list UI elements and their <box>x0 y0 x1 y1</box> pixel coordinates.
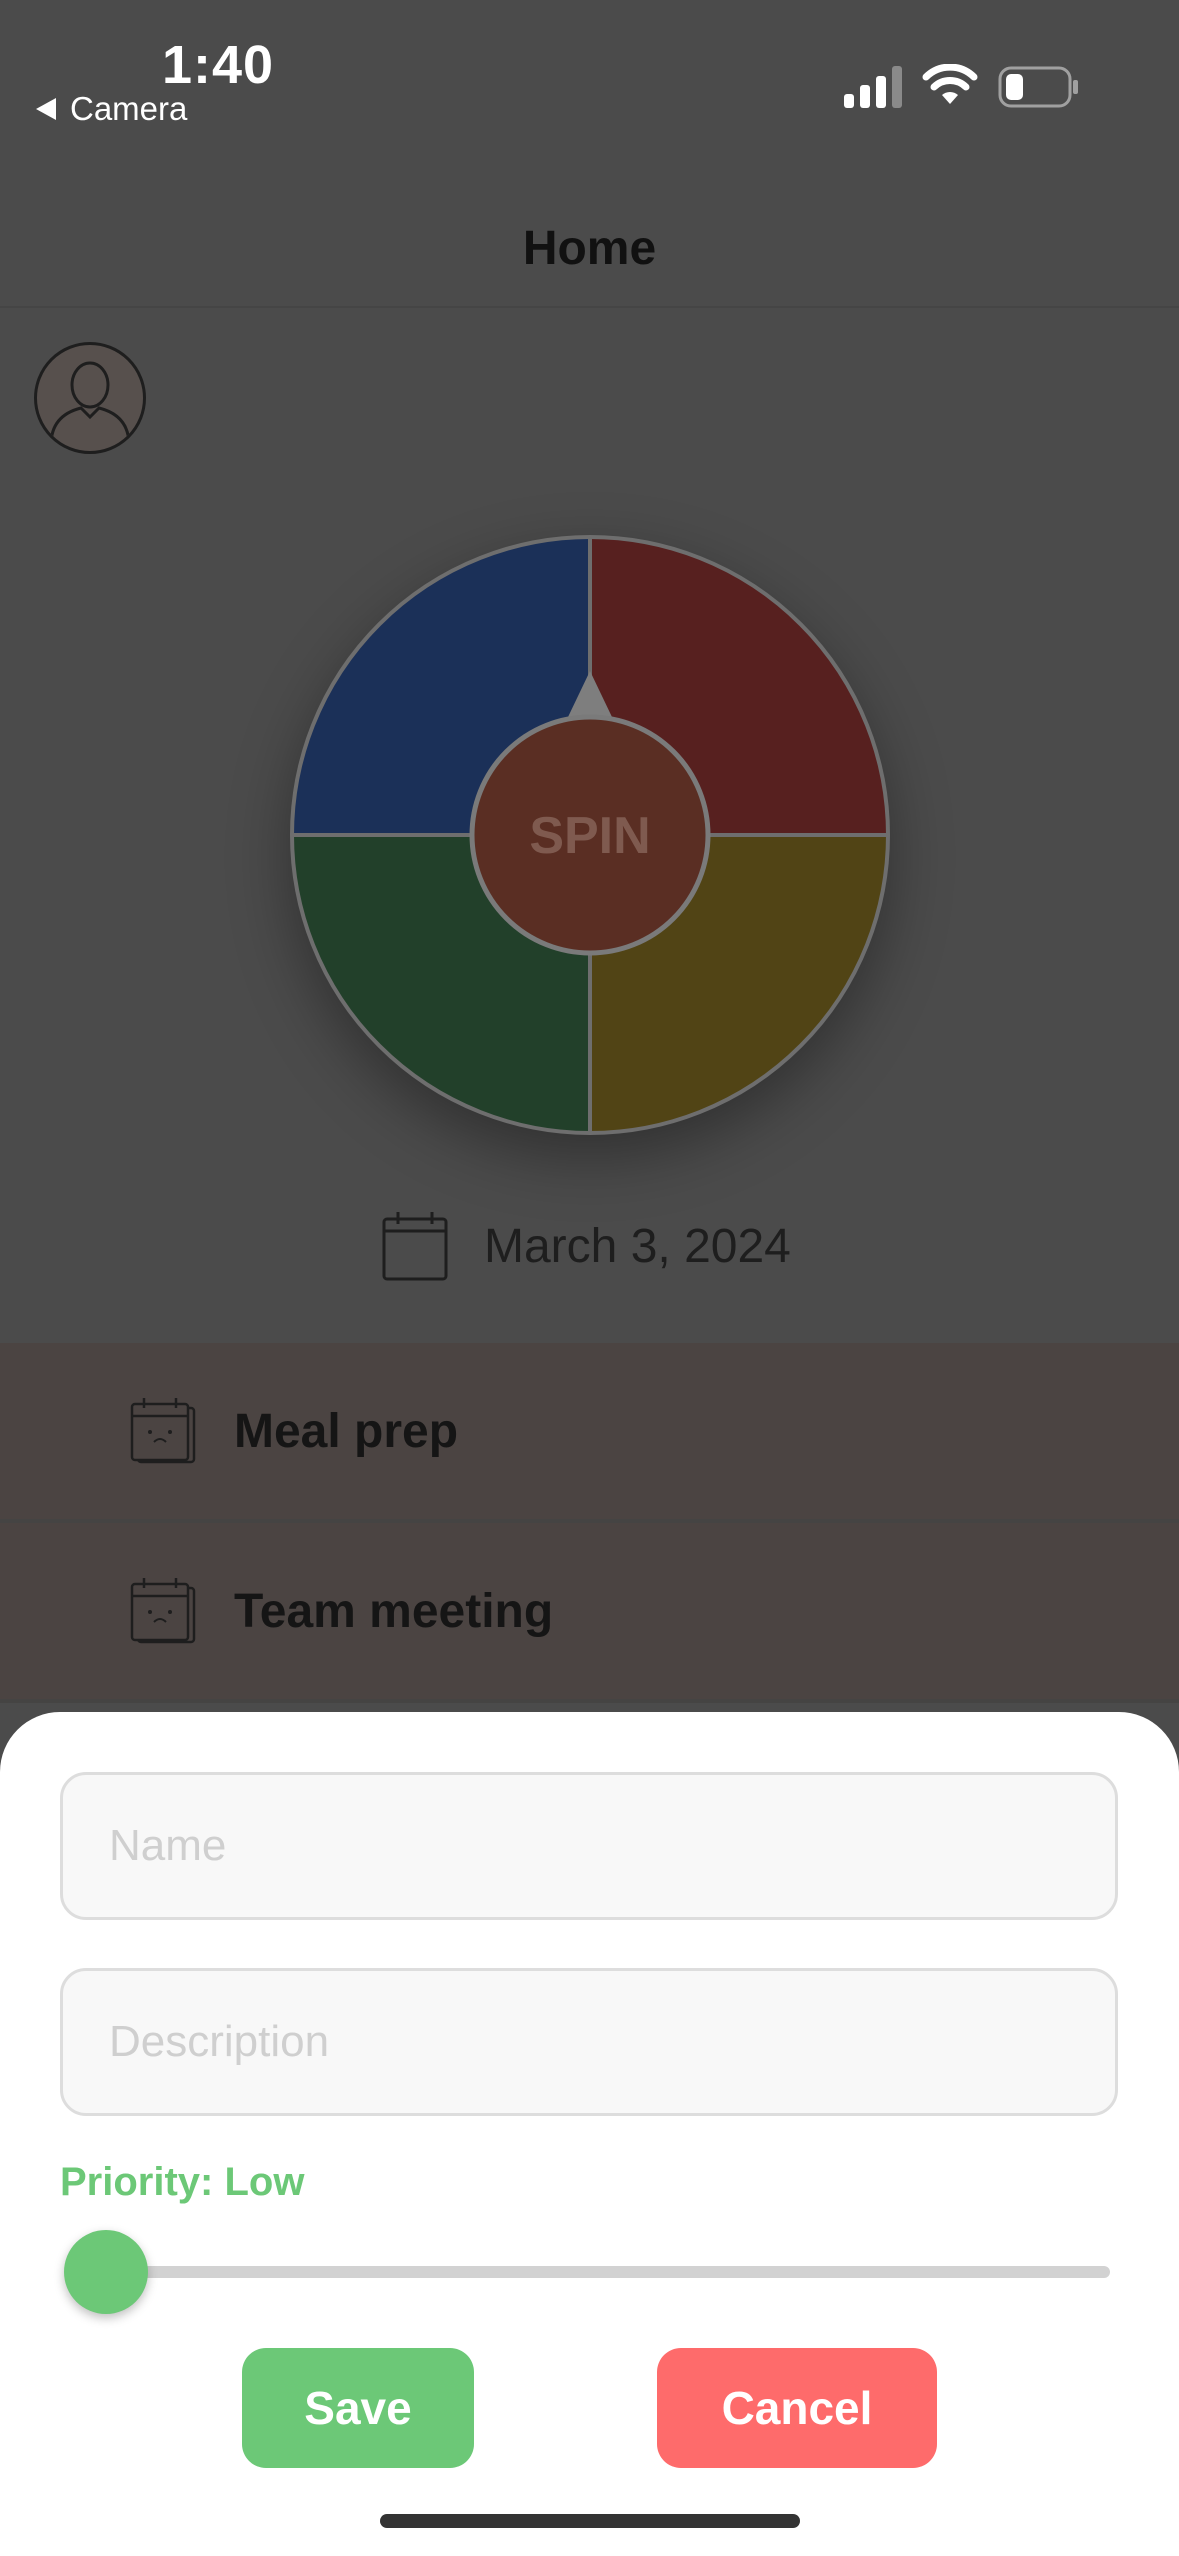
calendar-sad-icon <box>130 1398 196 1464</box>
back-arrow-icon <box>36 98 56 120</box>
status-time: 1:40 <box>162 35 275 95</box>
save-button[interactable]: Save <box>242 2348 474 2468</box>
spin-wheel[interactable]: SPIN <box>290 535 890 1135</box>
date-selector[interactable]: March 3, 2024 <box>380 1208 791 1284</box>
priority-value: Low <box>224 2160 305 2204</box>
task-title: Meal prep <box>234 1404 459 1458</box>
navigation-bar: Home <box>0 190 1179 308</box>
list-item[interactable]: Meal prep <box>0 1343 1179 1523</box>
add-task-sheet: Priority: Low Save Cancel <box>0 1712 1179 2556</box>
page-title: Home <box>522 221 657 275</box>
calendar-icon <box>382 1212 448 1281</box>
back-link-label: Camera <box>70 90 188 127</box>
wifi-icon <box>922 64 978 104</box>
priority-prefix: Priority: <box>60 2160 214 2204</box>
cellular-signal-icon <box>844 66 902 108</box>
priority-slider-thumb[interactable] <box>64 2230 148 2314</box>
description-field[interactable] <box>60 1968 1118 2116</box>
list-item[interactable]: Team meeting <box>0 1523 1179 1703</box>
date-label: March 3, 2024 <box>484 1219 791 1273</box>
priority-label: Priority: Low <box>60 2160 304 2205</box>
name-field[interactable] <box>60 1772 1118 1920</box>
calendar-sad-icon <box>130 1578 196 1644</box>
back-to-camera-link[interactable]: Camera <box>36 90 187 128</box>
profile-avatar-button[interactable] <box>34 342 146 454</box>
spin-label: SPIN <box>529 807 650 865</box>
battery-icon <box>998 66 1078 108</box>
user-icon <box>49 361 131 446</box>
task-title: Team meeting <box>234 1584 554 1638</box>
home-indicator[interactable] <box>380 2514 800 2528</box>
status-bar: 1:40 Camera <box>0 0 1179 190</box>
task-list: Meal prep Team meeting <box>0 1343 1179 1703</box>
cancel-button[interactable]: Cancel <box>657 2348 937 2468</box>
priority-slider-track[interactable] <box>104 2266 1110 2278</box>
